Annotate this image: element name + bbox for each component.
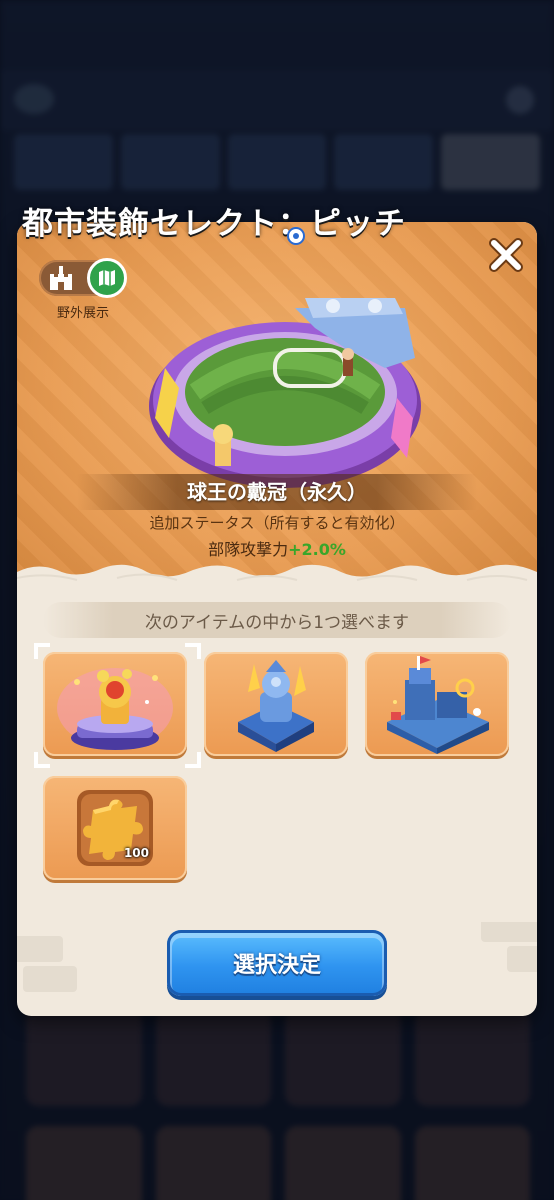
dialog-title: 都市装飾セレクト：ピッチ (22, 206, 406, 242)
castle-icon (50, 266, 72, 290)
confirm-selection-button[interactable]: 選択決定 (167, 930, 387, 996)
status-value: +2.0% (288, 540, 346, 559)
decoration-select-dialog: 野外展示 球王の戴冠（永久） 追加ステータス（所有すると有効化） 部隊攻撃力+2… (17, 222, 537, 1016)
option-blue-castle-stage[interactable] (365, 652, 509, 756)
close-icon (489, 238, 523, 272)
status-line: 部隊攻撃力+2.0% (17, 536, 537, 560)
selection-corner (185, 643, 201, 659)
selection-corner (34, 643, 50, 659)
blue-statue-icon (238, 660, 314, 752)
option-blue-statue[interactable] (204, 652, 348, 756)
blue-castle-stage-icon (387, 656, 489, 754)
item-name: 球王の戴冠（永久） (187, 480, 367, 504)
trophy-fountain-icon (57, 668, 173, 750)
status-name: 部隊攻撃力 (208, 540, 289, 559)
status-description: 追加ステータス（所有すると有効化） (149, 514, 405, 532)
select-hint: 次のアイテムの中から1つ選べます (144, 613, 410, 633)
option-trophy-fountain[interactable] (43, 652, 187, 756)
option-puzzle-piece[interactable]: 100 (43, 776, 187, 880)
map-icon (87, 258, 127, 298)
badge-label: 野外展示 (56, 306, 109, 321)
puzzle-piece-icon (77, 790, 153, 866)
close-button[interactable] (483, 232, 529, 278)
display-type-badge (39, 258, 127, 298)
soccer-ball-icon (287, 227, 305, 245)
stadium-image (149, 298, 421, 488)
quantity-label: 100 (123, 846, 149, 860)
selection-corner (185, 752, 201, 768)
snow-edge (17, 564, 537, 596)
selection-corner (34, 752, 50, 768)
